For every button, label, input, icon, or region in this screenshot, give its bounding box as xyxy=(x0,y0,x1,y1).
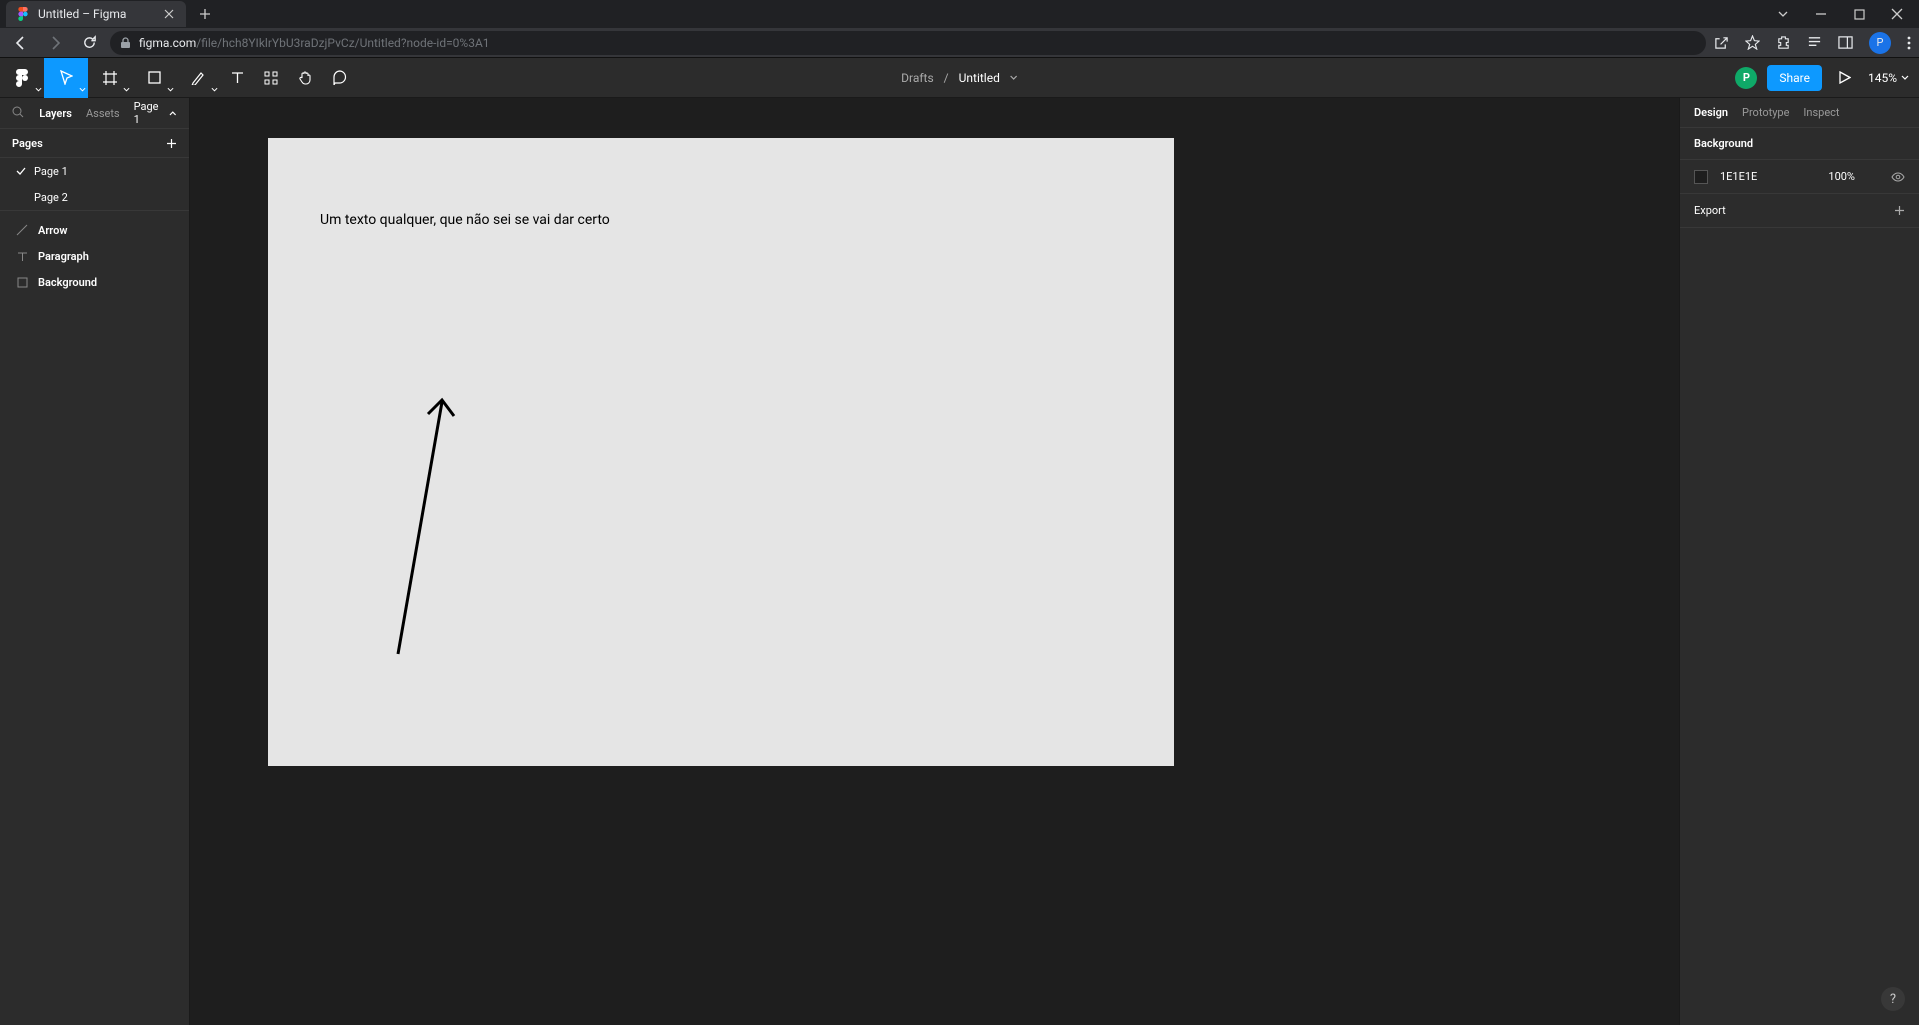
help-button[interactable]: ? xyxy=(1881,987,1905,1011)
page-name: Page 2 xyxy=(34,191,68,204)
breadcrumb-parent[interactable]: Drafts xyxy=(901,71,934,85)
frame-tool[interactable] xyxy=(88,58,132,98)
bookmark-icon[interactable] xyxy=(1745,35,1760,50)
close-tab-icon[interactable] xyxy=(162,7,176,21)
browser-address-bar: figma.com/file/hch8YIklrYbU3raDzjPvCz/Un… xyxy=(0,28,1919,58)
hand-tool[interactable] xyxy=(288,58,322,98)
check-icon xyxy=(16,167,26,175)
new-tab-button[interactable] xyxy=(192,1,218,27)
browser-tab-strip: Untitled – Figma xyxy=(0,0,1919,28)
background-label: Background xyxy=(1694,137,1753,150)
browser-profile-avatar[interactable]: P xyxy=(1869,32,1891,54)
chevron-down-icon[interactable] xyxy=(1010,75,1018,80)
arrow-shape[interactable] xyxy=(388,396,468,656)
layer-row-background[interactable]: Background xyxy=(0,269,189,295)
side-panel-icon[interactable] xyxy=(1838,35,1853,50)
page-name: Page 1 xyxy=(34,165,68,178)
prototype-tab[interactable]: Prototype xyxy=(1742,106,1789,119)
paragraph-text[interactable]: Um texto qualquer, que não sei se vai da… xyxy=(320,212,610,228)
background-opacity[interactable]: 100% xyxy=(1828,170,1855,183)
inspect-tab[interactable]: Inspect xyxy=(1803,106,1839,119)
window-controls xyxy=(1775,6,1919,22)
lock-icon xyxy=(120,37,131,49)
page-selector-label: Page 1 xyxy=(134,100,166,126)
figma-favicon-icon xyxy=(16,7,30,21)
pen-tool[interactable] xyxy=(176,58,220,98)
page-selector[interactable]: Page 1 xyxy=(134,100,177,126)
layers-list: Arrow Paragraph Background xyxy=(0,210,189,295)
design-tab[interactable]: Design xyxy=(1694,106,1728,119)
text-tool[interactable] xyxy=(220,58,254,98)
search-icon[interactable] xyxy=(12,106,25,120)
extensions-icon[interactable] xyxy=(1776,35,1791,50)
background-section-header: Background xyxy=(1680,128,1919,160)
breadcrumb-doc[interactable]: Untitled xyxy=(959,71,1000,85)
document-breadcrumb: Drafts / Untitled xyxy=(901,71,1018,85)
background-color-row[interactable]: 1E1E1E 100% xyxy=(1680,160,1919,194)
move-tool[interactable] xyxy=(44,58,88,98)
figma-toolbar: Drafts / Untitled P Share 145% xyxy=(0,58,1919,98)
layer-label: Background xyxy=(38,276,97,289)
browser-tab[interactable]: Untitled – Figma xyxy=(6,1,186,27)
canvas[interactable]: Um texto qualquer, que não sei se vai da… xyxy=(190,98,1679,1025)
export-section[interactable]: Export xyxy=(1680,194,1919,228)
main-menu-button[interactable] xyxy=(0,58,44,98)
back-button[interactable] xyxy=(8,30,34,56)
layer-label: Arrow xyxy=(38,224,67,237)
share-button[interactable]: Share xyxy=(1767,65,1822,91)
right-panel: Design Prototype Inspect Background 1E1E… xyxy=(1679,98,1919,1025)
zoom-control[interactable]: 145% xyxy=(1868,71,1909,85)
layers-tab[interactable]: Layers xyxy=(39,107,72,120)
breadcrumb-separator: / xyxy=(944,71,949,85)
layer-row-arrow[interactable]: Arrow xyxy=(0,217,189,243)
browser-tab-title: Untitled – Figma xyxy=(38,7,154,21)
maximize-icon[interactable] xyxy=(1851,6,1867,22)
assets-tab[interactable]: Assets xyxy=(86,107,120,120)
shape-tool[interactable] xyxy=(132,58,176,98)
user-avatar[interactable]: P xyxy=(1735,67,1757,89)
visibility-toggle-icon[interactable] xyxy=(1891,172,1905,182)
comment-tool[interactable] xyxy=(322,58,356,98)
reading-list-icon[interactable] xyxy=(1807,35,1822,50)
text-icon xyxy=(16,250,28,262)
rect-icon xyxy=(16,276,28,288)
close-window-icon[interactable] xyxy=(1889,6,1905,22)
color-swatch[interactable] xyxy=(1694,170,1708,184)
browser-menu-icon[interactable] xyxy=(1907,36,1911,50)
minimize-icon[interactable] xyxy=(1813,6,1829,22)
export-label: Export xyxy=(1694,204,1726,217)
line-icon xyxy=(16,224,28,236)
url-input[interactable]: figma.com/file/hch8YIklrYbU3raDzjPvCz/Un… xyxy=(110,31,1706,55)
right-panel-tabs: Design Prototype Inspect xyxy=(1680,98,1919,128)
zoom-value: 145% xyxy=(1868,71,1897,85)
url-path: /file/hch8YIklrYbU3raDzjPvCz/Untitled?no… xyxy=(196,36,489,50)
page-row-2[interactable]: Page 2 xyxy=(0,184,189,210)
present-button[interactable] xyxy=(1832,58,1858,98)
reload-button[interactable] xyxy=(76,30,102,56)
forward-button[interactable] xyxy=(42,30,68,56)
left-panel-header: Layers Assets Page 1 xyxy=(0,98,189,128)
pages-section-header: Pages xyxy=(0,128,189,158)
url-host: figma.com xyxy=(139,36,196,50)
main-area: Layers Assets Page 1 Pages Page 1 Page 2… xyxy=(0,98,1919,1025)
left-panel: Layers Assets Page 1 Pages Page 1 Page 2… xyxy=(0,98,190,1025)
chevron-down-icon[interactable] xyxy=(1775,6,1791,22)
background-hex[interactable]: 1E1E1E xyxy=(1720,170,1757,183)
background-frame[interactable]: Um texto qualquer, que não sei se vai da… xyxy=(268,138,1174,766)
layer-row-paragraph[interactable]: Paragraph xyxy=(0,243,189,269)
resources-tool[interactable] xyxy=(254,58,288,98)
share-url-icon[interactable] xyxy=(1714,35,1729,50)
add-export-button[interactable] xyxy=(1894,205,1905,216)
add-page-button[interactable] xyxy=(166,138,177,149)
layer-label: Paragraph xyxy=(38,250,89,263)
pages-label: Pages xyxy=(12,137,43,150)
page-row-1[interactable]: Page 1 xyxy=(0,158,189,184)
